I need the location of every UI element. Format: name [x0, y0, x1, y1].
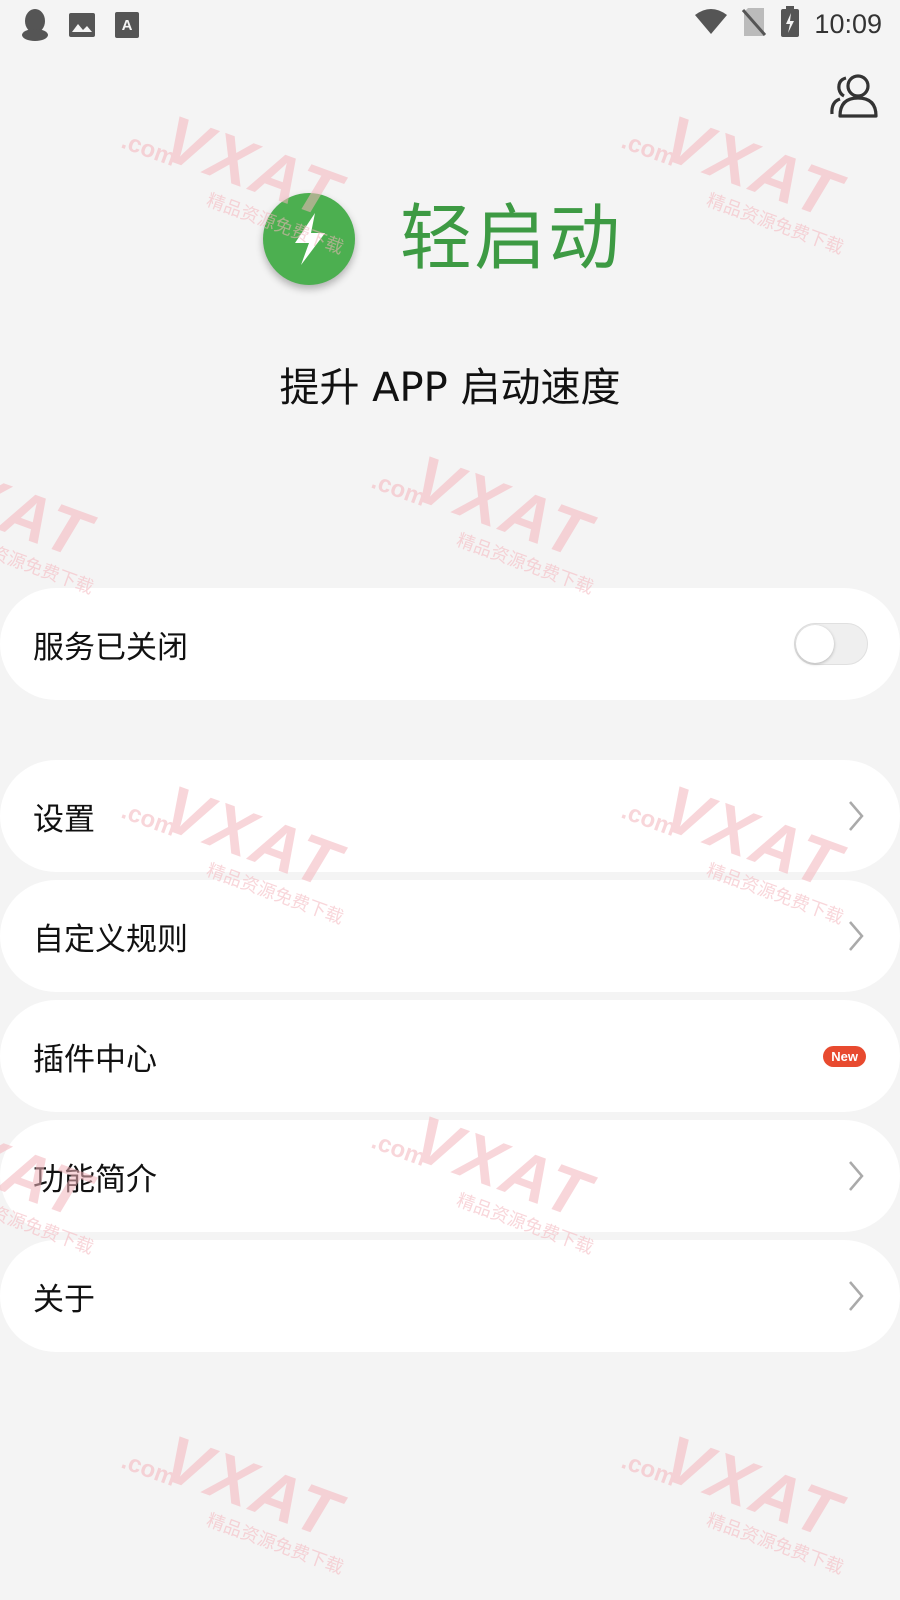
service-status-label: 服务已关闭: [33, 629, 188, 666]
app-tagline: 提升 APP 启动速度: [279, 365, 621, 411]
font-icon: A: [114, 11, 140, 43]
status-bar: A 10:09: [0, 0, 900, 50]
chevron-right-icon: [849, 921, 864, 951]
new-badge: New: [823, 1045, 866, 1067]
watermark: VXAT.com精品资源免费下载: [117, 1420, 352, 1579]
image-icon: [68, 12, 96, 42]
watermark: VXAT.com精品资源免费下载: [367, 440, 602, 599]
chevron-right-icon: [849, 801, 864, 831]
lightning-bolt-icon: [295, 213, 325, 265]
menu-item-custom-rules[interactable]: 自定义规则: [0, 880, 900, 992]
app-logo: [263, 193, 355, 285]
menu-item-label: 自定义规则: [33, 921, 188, 958]
wifi-icon: [694, 9, 728, 39]
battery-charging-icon: [780, 6, 800, 42]
switch-knob: [796, 625, 834, 663]
menu-item-label: 功能简介: [33, 1161, 157, 1198]
status-time: 10:09: [814, 8, 882, 39]
qq-icon: [20, 8, 50, 46]
menu-item-label: 设置: [33, 801, 95, 838]
svg-text:A: A: [122, 17, 133, 34]
menu-item-features[interactable]: 功能简介: [0, 1120, 900, 1232]
service-switch[interactable]: [794, 623, 868, 665]
service-toggle-card[interactable]: 服务已关闭: [0, 588, 900, 700]
watermark: VXAT.com精品资源免费下载: [0, 440, 102, 599]
users-button[interactable]: [828, 72, 880, 120]
menu-item-settings[interactable]: 设置: [0, 760, 900, 872]
users-icon: [830, 74, 878, 118]
menu-item-label: 关于: [33, 1281, 95, 1318]
chevron-right-icon: [849, 1281, 864, 1311]
app-name: 轻启动: [400, 196, 623, 280]
menu-item-plugin-center[interactable]: 插件中心 New: [0, 1000, 900, 1112]
no-sim-icon: [742, 7, 767, 41]
menu-item-label: 插件中心: [33, 1041, 157, 1078]
app-hero: 轻启动: [0, 185, 900, 295]
chevron-right-icon: [849, 1161, 864, 1191]
watermark: VXAT.com精品资源免费下载: [617, 1420, 852, 1579]
menu-item-about[interactable]: 关于: [0, 1240, 900, 1352]
